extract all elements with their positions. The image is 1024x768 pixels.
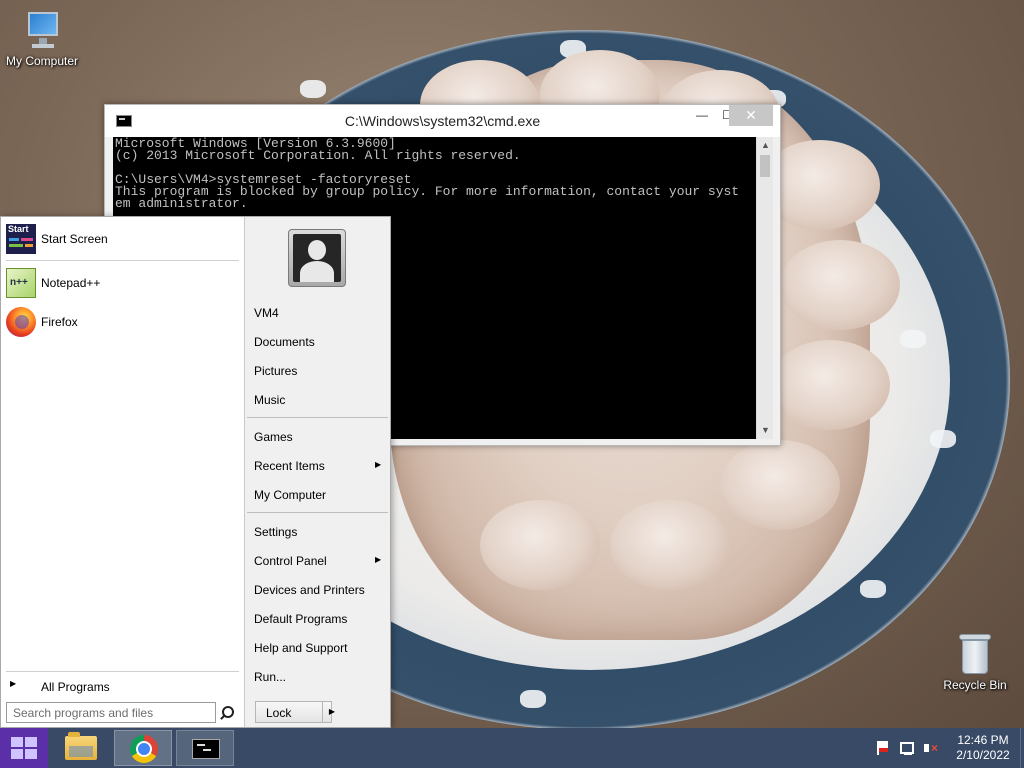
scroll-up-icon[interactable]: ▲ (757, 137, 774, 154)
volume-muted-icon[interactable] (922, 740, 938, 756)
program-start-screen[interactable]: Start Start Screen (3, 221, 241, 257)
program-firefox[interactable]: Firefox (3, 304, 241, 340)
power-options-button[interactable]: ▶ (322, 702, 341, 722)
start-item-label: Default Programs (254, 612, 348, 626)
start-menu-programs-pane: Start Start Screen Notepad++ Firefox ▶ A… (1, 217, 245, 727)
start-item-label: Help and Support (254, 641, 348, 655)
program-notepad-plus-plus[interactable]: Notepad++ (3, 265, 241, 301)
start-item-label: Settings (254, 525, 298, 539)
start-item-label: Run... (254, 670, 287, 684)
scroll-down-icon[interactable]: ▼ (757, 422, 774, 439)
start-item-music[interactable]: Music (245, 388, 390, 412)
desktop-icon-recycle-bin[interactable]: Recycle Bin (933, 630, 1017, 692)
search-input[interactable] (6, 702, 216, 723)
cmd-icon (192, 739, 220, 759)
start-item-label: Games (254, 430, 293, 444)
start-item-control-panel[interactable]: Control Panel ▶ (245, 549, 390, 573)
start-menu-divider (6, 260, 239, 261)
close-button[interactable]: ✕ (729, 105, 773, 126)
clock-date: 2/10/2022 (956, 748, 1010, 762)
start-item-label: Recent Items (254, 459, 325, 473)
start-item-help-support[interactable]: Help and Support (245, 636, 390, 660)
program-label: Firefox (41, 315, 78, 329)
action-center-flag-icon[interactable] (874, 740, 890, 756)
minimize-button[interactable]: — (689, 105, 715, 126)
start-item-label: Devices and Printers (254, 583, 365, 597)
all-programs-button[interactable]: ▶ All Programs (1, 675, 241, 697)
start-item-label: Music (254, 393, 286, 407)
chrome-icon (130, 735, 158, 763)
start-item-default-programs[interactable]: Default Programs (245, 607, 390, 631)
taskbar: 12:46 PM 2/10/2022 (0, 728, 1024, 768)
start-menu-places-pane: VM4 Documents Pictures Music Games Recen… (245, 217, 390, 727)
start-item-devices-printers[interactable]: Devices and Printers (245, 578, 390, 602)
network-icon[interactable] (898, 740, 914, 756)
start-item-label: VM4 (254, 306, 279, 320)
start-item-documents[interactable]: Documents (245, 330, 390, 354)
console-line: em administrator. (115, 196, 248, 211)
search-icon[interactable] (217, 704, 235, 722)
start-item-run[interactable]: Run... (245, 665, 390, 689)
firefox-icon (6, 307, 36, 337)
computer-icon (22, 8, 62, 52)
chevron-right-icon: ▶ (10, 679, 17, 688)
cmd-window-title: C:\Windows\system32\cmd.exe (344, 113, 541, 129)
start-item-label: Control Panel (254, 554, 327, 568)
console-line: (c) 2013 Microsoft Corporation. All righ… (115, 148, 521, 163)
start-item-games[interactable]: Games (245, 425, 390, 449)
start-screen-icon: Start (6, 224, 36, 254)
start-item-pictures[interactable]: Pictures (245, 359, 390, 383)
show-desktop-button[interactable] (1020, 728, 1024, 768)
all-programs-label: All Programs (41, 680, 110, 694)
start-item-label: Pictures (254, 364, 298, 378)
start-menu[interactable]: Start Start Screen Notepad++ Firefox ▶ A… (0, 216, 391, 728)
start-item-settings[interactable]: Settings (245, 520, 390, 544)
program-label: Notepad++ (41, 276, 101, 290)
cmd-titlebar[interactable]: C:\Windows\system32\cmd.exe — ☐ ✕ (105, 105, 780, 137)
start-menu-divider (247, 417, 388, 418)
taskbar-app-chrome[interactable] (114, 730, 172, 766)
start-item-user[interactable]: VM4 (245, 301, 390, 325)
start-button[interactable] (0, 728, 48, 768)
program-label: Start Screen (41, 232, 108, 246)
recycle-bin-icon (957, 630, 993, 676)
avatar[interactable] (288, 229, 346, 287)
lock-label: Lock (266, 706, 292, 720)
start-item-label: My Computer (254, 488, 327, 502)
start-menu-divider (6, 671, 239, 672)
clock-time: 12:46 PM (957, 733, 1009, 747)
file-explorer-icon (65, 732, 97, 760)
chevron-right-icon: ▶ (375, 460, 382, 469)
taskbar-clock[interactable]: 12:46 PM 2/10/2022 (946, 733, 1020, 763)
taskbar-app-cmd[interactable] (176, 730, 234, 766)
start-menu-divider (247, 512, 388, 513)
cmd-scrollbar[interactable]: ▲ ▼ (756, 137, 773, 439)
start-item-recent-items[interactable]: Recent Items ▶ (245, 454, 390, 478)
desktop-icon-label: Recycle Bin (943, 678, 1007, 692)
notepad-plus-plus-icon (6, 268, 36, 298)
desktop-icon-label: My Computer (5, 54, 79, 68)
start-item-label: Documents (254, 335, 315, 349)
desktop-icon-my-computer[interactable]: My Computer (0, 8, 84, 68)
chevron-right-icon: ▶ (375, 555, 382, 564)
taskbar-app-file-explorer[interactable] (52, 730, 110, 766)
windows-logo-icon (11, 737, 37, 759)
start-item-my-computer[interactable]: My Computer (245, 483, 390, 507)
scroll-thumb[interactable] (760, 155, 770, 177)
lock-button[interactable]: Lock ▶ (255, 701, 335, 723)
